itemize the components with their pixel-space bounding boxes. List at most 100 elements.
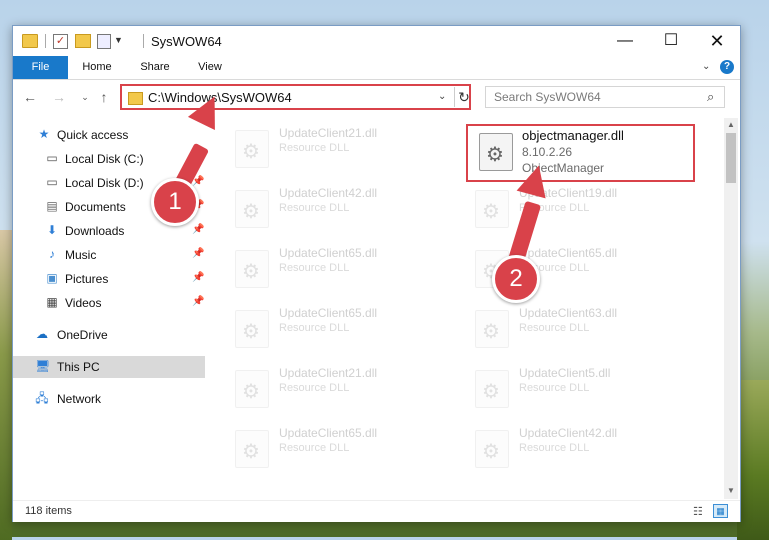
sidebar-item-music[interactable]: ♪ Music 📌: [13, 244, 205, 266]
sidebar-item-local-disk-c[interactable]: ▭ Local Disk (C:) 📌: [13, 148, 205, 170]
address-bar[interactable]: C:\Windows\SysWOW64 ⌄ ↻: [120, 84, 471, 110]
sidebar-item-network[interactable]: 🖧 Network: [13, 388, 205, 410]
pin-icon[interactable]: 📌: [192, 296, 204, 307]
scroll-up-arrow-icon[interactable]: ▲: [724, 118, 738, 132]
sidebar-item-label: OneDrive: [57, 328, 108, 342]
drive-icon: ▭: [46, 151, 58, 165]
sidebar-item-this-pc[interactable]: 🖥 This PC: [13, 356, 205, 378]
address-history-chevron-icon[interactable]: ⌄: [438, 91, 446, 102]
file-type: Resource DLL: [519, 442, 590, 454]
navigation-bar: ← → ⌄ ↑ C:\Windows\SysWOW64 ⌄ ↻ Search S…: [13, 80, 740, 114]
list-item[interactable]: ⚙ UpdateClient65.dll Resource DLL: [221, 420, 451, 474]
sidebar-item-quick-access[interactable]: ★ Quick access: [13, 124, 205, 146]
file-type: Resource DLL: [519, 382, 590, 394]
file-type: Resource DLL: [279, 142, 350, 154]
sidebar-item-onedrive[interactable]: ☁ OneDrive: [13, 324, 205, 346]
customize-toolbar-chevron-icon[interactable]: ▼: [114, 35, 123, 53]
sidebar-item-label: Quick access: [57, 128, 129, 142]
details-view-icon[interactable]: ☷: [693, 505, 703, 518]
tab-share[interactable]: Share: [131, 56, 179, 79]
file-name: UpdateClient21.dll: [279, 126, 378, 140]
tab-view[interactable]: View: [188, 56, 232, 79]
large-icons-view-icon[interactable]: ▦: [713, 504, 728, 518]
dll-file-icon: ⚙: [475, 430, 509, 468]
back-arrow-icon[interactable]: ←: [21, 89, 39, 105]
list-item[interactable]: ⚙ UpdateClient21.dll Resource DLL: [221, 360, 451, 414]
sidebar-item-label: Network: [57, 392, 102, 406]
list-item[interactable]: ⚙ UpdateClient5.dll Resource DLL: [461, 360, 691, 414]
sidebar-item-pictures[interactable]: ▣ Pictures 📌: [13, 268, 205, 290]
sidebar-item-label: Local Disk (D:): [65, 176, 144, 190]
tab-file[interactable]: File: [13, 56, 68, 79]
dll-file-icon: ⚙: [235, 250, 269, 288]
list-item[interactable]: ⚙ UpdateClient42.dll Resource DLL: [461, 420, 691, 474]
list-item[interactable]: ⚙ UpdateClient63.dll Resource DLL: [461, 300, 691, 354]
toolbar-divider: [45, 34, 46, 48]
expand-ribbon-chevron-icon[interactable]: ⌄: [702, 61, 710, 72]
dll-file-icon: ⚙: [235, 130, 269, 168]
sidebar-item-label: Local Disk (C:): [65, 152, 144, 166]
star-icon: ★: [38, 127, 50, 141]
file-type: Resource DLL: [519, 322, 590, 334]
file-name: UpdateClient42.dll: [519, 426, 618, 440]
search-icon[interactable]: ⌕: [707, 89, 714, 105]
status-bar: 118 items ☷ ▦: [13, 500, 740, 522]
search-input[interactable]: Search SysWOW64 ⌕: [485, 86, 725, 108]
item-count: 118 items: [25, 505, 72, 517]
new-folder-icon[interactable]: [75, 34, 91, 48]
pin-icon[interactable]: 📌: [192, 272, 204, 283]
selected-file-name[interactable]: objectmanager.dll: [522, 128, 624, 143]
step-badge-2: 2: [492, 255, 540, 303]
dll-file-icon: ⚙: [235, 430, 269, 468]
file-list: ⚙ UpdateClient21.dll Resource DLL ⚙ Upda…: [221, 118, 721, 498]
list-item[interactable]: ⚙ UpdateClient42.dll Resource DLL: [221, 180, 451, 234]
title-bar: ✓ ▼ SysWOW64 — ☐ ✕: [13, 26, 740, 56]
vertical-scrollbar[interactable]: ▲ ▼: [724, 118, 738, 499]
properties-check-icon[interactable]: ✓: [53, 34, 68, 49]
file-type: Resource DLL: [279, 202, 350, 214]
file-name: UpdateClient65.dll: [279, 246, 378, 260]
forward-arrow-icon[interactable]: →: [50, 89, 68, 105]
list-item[interactable]: ⚙ UpdateClient65.dll Resource DLL: [221, 300, 451, 354]
file-name: UpdateClient63.dll: [519, 306, 618, 320]
close-button[interactable]: ✕: [694, 26, 740, 56]
sidebar-item-label: This PC: [57, 360, 100, 374]
list-item[interactable]: ⚙ UpdateClient19.dll Resource DLL: [461, 180, 691, 234]
selected-file-version: 8.10.2.26: [522, 145, 573, 159]
up-arrow-icon[interactable]: ↑: [95, 89, 113, 105]
rename-icon[interactable]: [97, 34, 111, 49]
tab-home[interactable]: Home: [75, 56, 119, 79]
scrollbar-thumb[interactable]: [726, 133, 736, 183]
file-type: Resource DLL: [279, 322, 350, 334]
pin-icon[interactable]: 📌: [192, 248, 204, 259]
sidebar-item-label: Documents: [65, 200, 126, 214]
list-item[interactable]: ⚙ UpdateClient21.dll Resource DLL: [221, 120, 451, 174]
navigation-pane: ★ Quick access ▭ Local Disk (C:) 📌 ▭ Loc…: [13, 118, 205, 498]
music-icon: ♪: [49, 247, 55, 261]
file-name: UpdateClient21.dll: [279, 366, 378, 380]
drive-icon: ▭: [46, 175, 58, 189]
sidebar-item-videos[interactable]: ▦ Videos 📌: [13, 292, 205, 314]
videos-icon: ▦: [46, 295, 58, 309]
pin-icon[interactable]: 📌: [192, 224, 204, 235]
downloads-icon: ⬇: [46, 223, 58, 237]
file-name: UpdateClient5.dll: [519, 366, 611, 380]
scroll-down-arrow-icon[interactable]: ▼: [724, 484, 738, 498]
sidebar-item-label: Downloads: [65, 224, 125, 238]
recent-locations-chevron-icon[interactable]: ⌄: [76, 89, 94, 105]
help-icon[interactable]: ?: [720, 60, 734, 74]
list-item[interactable]: ⚙ UpdateClient65.dll Resource DLL: [221, 240, 451, 294]
dll-file-icon: ⚙: [235, 310, 269, 348]
documents-icon: ▤: [46, 199, 58, 213]
maximize-button[interactable]: ☐: [648, 26, 694, 56]
toolbar-divider: [143, 34, 144, 48]
folder-icon: [22, 34, 38, 48]
dll-file-icon[interactable]: ⚙: [479, 133, 513, 171]
sidebar-item-label: Music: [65, 248, 97, 262]
window-title: SysWOW64: [151, 34, 222, 49]
sidebar-item-label: Videos: [65, 296, 102, 310]
dll-file-icon: ⚙: [235, 190, 269, 228]
network-icon: 🖧: [35, 391, 49, 405]
refresh-icon[interactable]: ↻: [454, 87, 473, 107]
minimize-button[interactable]: —: [602, 26, 648, 56]
